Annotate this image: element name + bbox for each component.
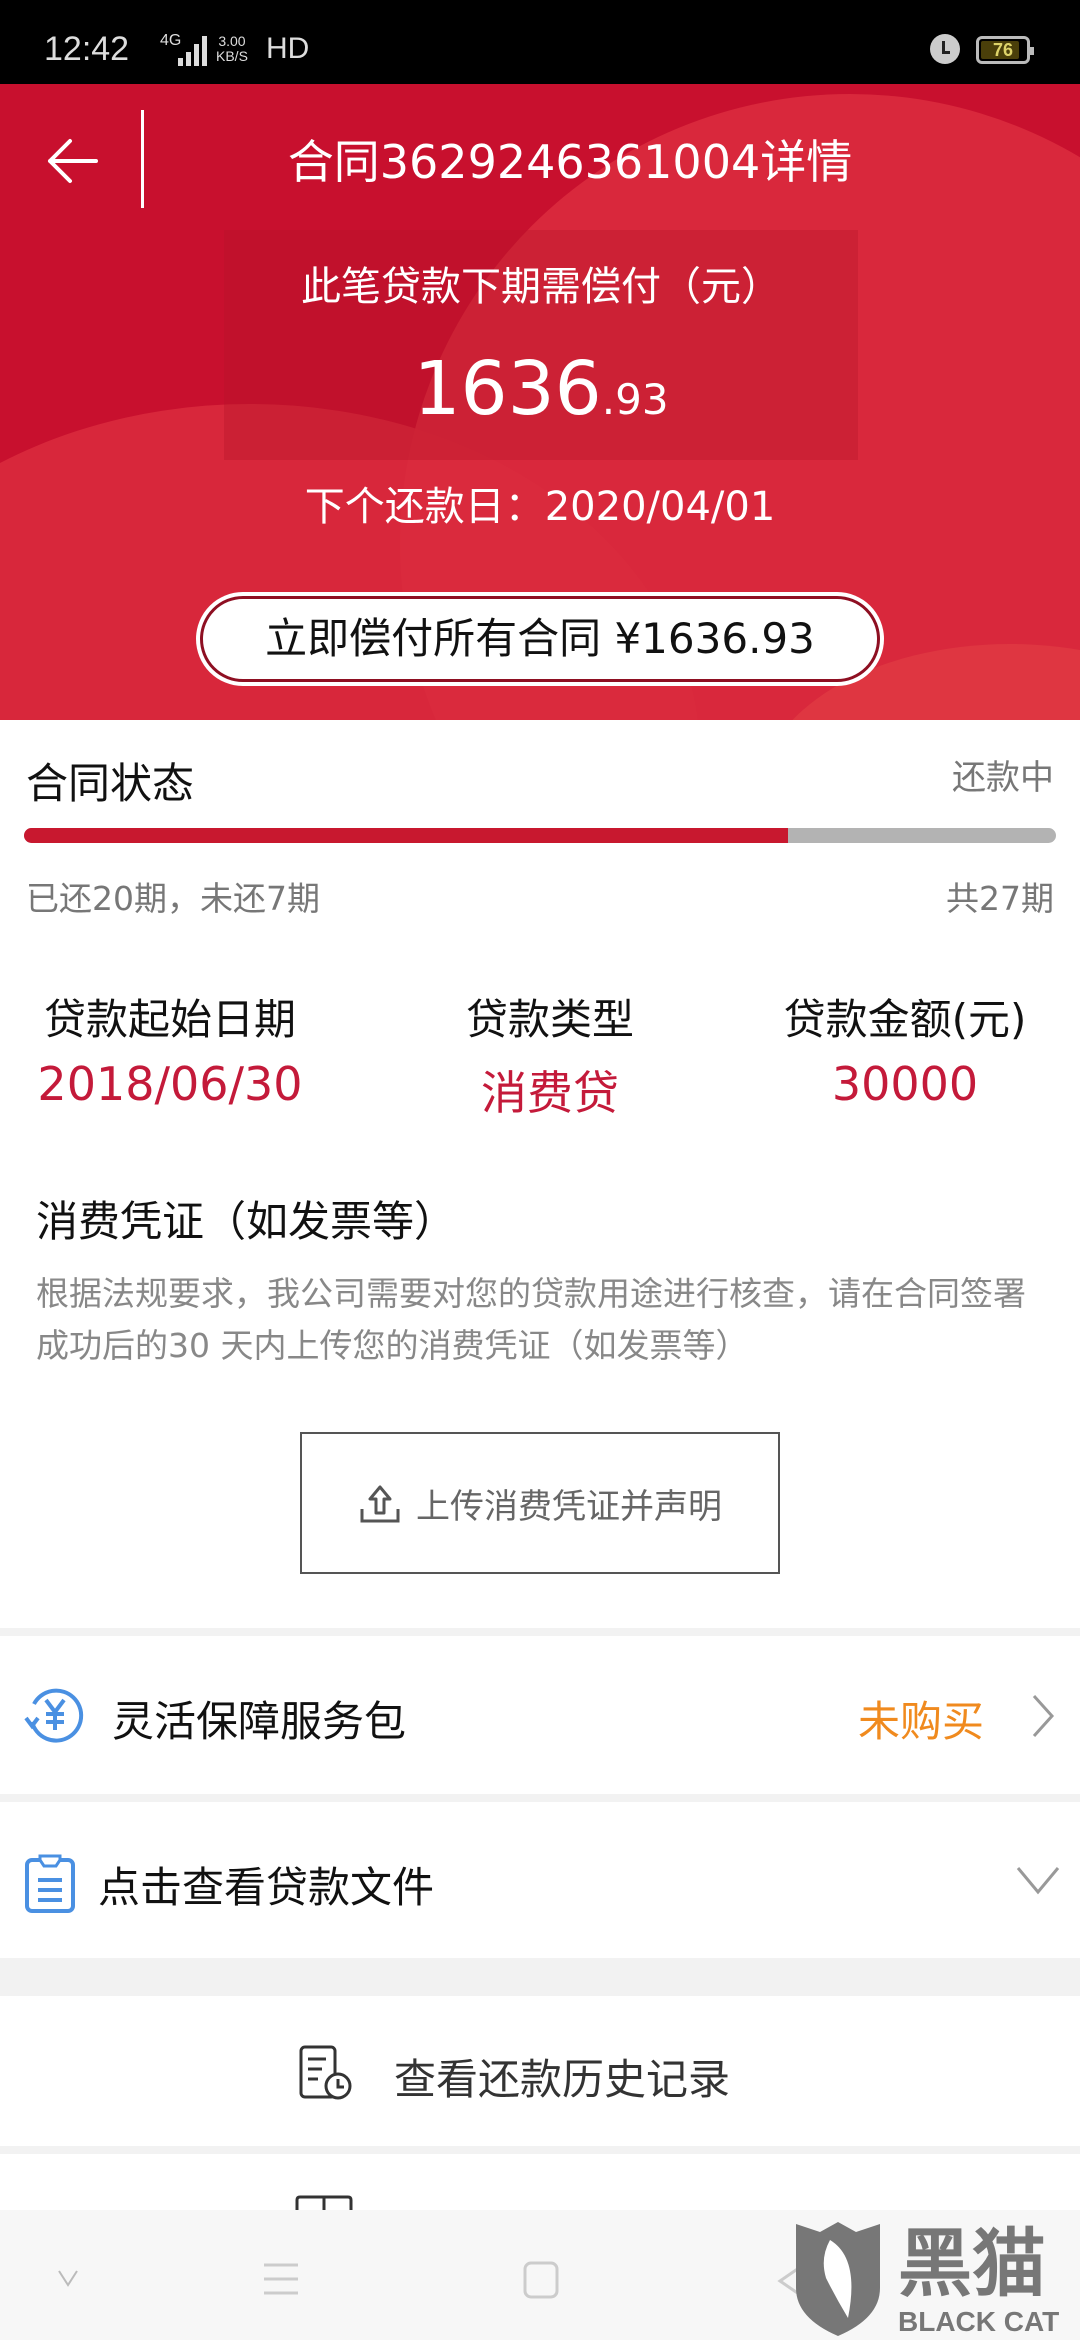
repayment-progress-fill (24, 828, 789, 843)
loan-amount: 贷款金额(元) 30000 (783, 995, 1027, 1111)
watermark-cn: 黑猫 (898, 2221, 1046, 2307)
next-row-partial[interactable] (0, 2154, 1080, 2214)
black-cat-logo-icon (796, 2222, 880, 2336)
upload-voucher-label: 上传消费凭证并声明 (416, 1486, 722, 1527)
repayment-progress (24, 828, 1056, 843)
voucher-description: 根据法规要求，我公司需要对您的贷款用途进行核查，请在合同签署成功后的30 天内上… (36, 1274, 1026, 1365)
hd-indicator: HD (266, 32, 310, 65)
contract-card: 合同状态 还款中 已还20期，未还7期 共27期 贷款起始日期 2018/06/… (0, 720, 1080, 1628)
back-button[interactable] (40, 126, 110, 196)
chevron-down-icon[interactable] (1014, 1864, 1062, 1896)
repayment-history-label: 查看还款历史记录 (394, 2055, 731, 2104)
voucher-title: 消费凭证（如发票等） (36, 1197, 457, 1246)
battery-icon: 76 (976, 36, 1034, 64)
due-label: 此笔贷款下期需偿付（元） (301, 264, 781, 310)
total-periods: 共27期 (946, 879, 1054, 918)
due-amount: 1636.93 (224, 346, 858, 432)
hero-header: 合同3629246361004详情 此笔贷款下期需偿付（元） 1636.93 下… (0, 84, 1080, 720)
paid-periods: 已还20期，未还7期 (26, 879, 320, 918)
alarm-icon (930, 34, 960, 64)
clipboard-icon (25, 1854, 75, 1913)
watermark-en: BLACK CAT (898, 2306, 1060, 2337)
contract-status-value: 还款中 (952, 758, 1054, 798)
chevron-right-icon[interactable] (1028, 1692, 1058, 1740)
loan-docs-label: 点击查看贷款文件 (98, 1863, 435, 1912)
history-doc-icon (299, 2045, 352, 2100)
loan-type: 贷款类型 消费贷 (465, 995, 634, 1120)
status-time: 12:42 (44, 30, 130, 68)
arrow-left-icon (48, 139, 98, 183)
loan-start-date: 贷款起始日期 2018/06/30 (37, 995, 303, 1111)
nav-home-icon[interactable] (522, 2260, 560, 2300)
pay-all-button[interactable]: 立即偿付所有合同 ¥1636.93 (200, 596, 880, 682)
nav-collapse-icon[interactable] (56, 2268, 80, 2288)
contract-status-title: 合同状态 (26, 759, 195, 808)
yuan-refresh-icon (24, 1688, 84, 1743)
service-pack-label: 灵活保障服务包 (112, 1697, 407, 1746)
loan-docs-row[interactable]: 点击查看贷款文件 (0, 1802, 1080, 1958)
header-divider (141, 110, 144, 208)
battery-level: 76 (992, 40, 1014, 60)
due-amount-integer: 1636 (413, 346, 602, 432)
signal-icon (178, 36, 207, 66)
next-payment-date: 下个还款日：2020/04/01 (304, 484, 776, 530)
network-speed: 3.00 KB/S (216, 33, 248, 64)
page-title: 合同3629246361004详情 (287, 135, 853, 189)
repayment-history-row[interactable]: 查看还款历史记录 (0, 1996, 1080, 2146)
service-pack-row[interactable]: 灵活保障服务包 未购买 (0, 1636, 1080, 1794)
nav-menu-icon[interactable] (262, 2262, 300, 2296)
due-amount-decimal: .93 (601, 375, 669, 424)
status-bar: 12:42 4G 3.00 KB/S HD 76 (0, 0, 1080, 84)
upload-icon (360, 1485, 400, 1523)
black-cat-watermark: 黑猫 BLACK CAT (790, 2218, 1080, 2340)
upload-voucher-button[interactable]: 上传消费凭证并声明 (300, 1432, 780, 1574)
service-pack-state: 未购买 (857, 1697, 984, 1746)
